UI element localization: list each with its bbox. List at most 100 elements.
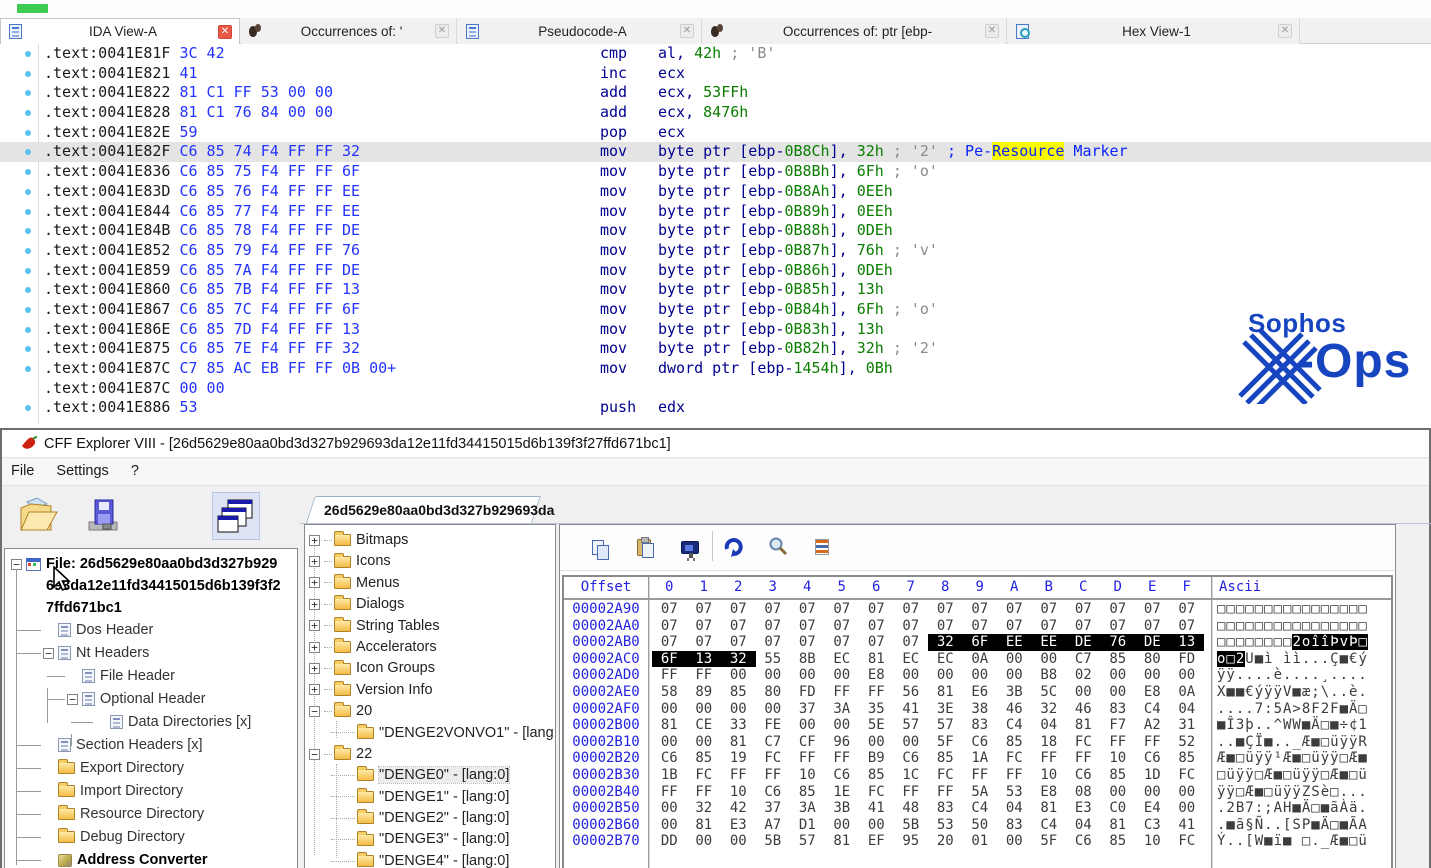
hex-byte[interactable]: 13 bbox=[1170, 634, 1205, 651]
hex-byte[interactable]: 07 bbox=[687, 634, 722, 651]
tree-item-optional-header[interactable]: −Optional Header bbox=[5, 688, 297, 711]
hex-byte[interactable]: 00 bbox=[963, 667, 998, 684]
hex-ascii[interactable]: ■Î3þ..^WW■Ä□■÷¢1 bbox=[1217, 717, 1368, 734]
hex-byte[interactable]: 32 bbox=[721, 651, 756, 668]
hex-byte[interactable]: 00 bbox=[652, 800, 687, 817]
hex-byte[interactable]: 85 bbox=[1101, 767, 1136, 784]
expander-icon[interactable]: − bbox=[309, 706, 320, 717]
asm-line[interactable]: .text:0041E852 C6 85 79 F4 FF FF 76movby… bbox=[0, 241, 1431, 261]
hex-byte[interactable]: FC bbox=[997, 750, 1032, 767]
hex-byte[interactable]: C6 bbox=[894, 750, 929, 767]
hex-ascii[interactable]: .2B7:;AH■Ä□■ãÀä. bbox=[1217, 800, 1368, 817]
refresh-button[interactable] bbox=[720, 533, 748, 561]
hex-byte[interactable]: 07 bbox=[652, 618, 687, 635]
hex-byte[interactable]: 1A bbox=[963, 750, 998, 767]
asm-line[interactable]: .text:0041E87C 00 00 bbox=[0, 379, 1431, 399]
hex-ascii[interactable]: □□□□□□□□2oîîÞvÞ□ bbox=[1217, 634, 1368, 651]
hex-ascii[interactable]: □□□□□□□□□□□□□□□□ bbox=[1217, 601, 1368, 618]
resource-item-accelerators[interactable]: +Accelerators bbox=[305, 637, 555, 658]
hex-byte[interactable]: 76 bbox=[1101, 634, 1136, 651]
hex-byte[interactable]: E4 bbox=[1135, 800, 1170, 817]
report-button[interactable] bbox=[808, 533, 836, 561]
hex-byte[interactable]: 07 bbox=[997, 601, 1032, 618]
breakpoint-dot[interactable] bbox=[25, 130, 31, 136]
hex-byte[interactable]: 53 bbox=[997, 784, 1032, 801]
asm-line[interactable]: .text:0041E875 C6 85 7E F4 FF FF 32movby… bbox=[0, 339, 1431, 359]
hex-byte[interactable]: 07 bbox=[825, 618, 860, 635]
breakpoint-dot[interactable] bbox=[25, 366, 31, 372]
hex-byte[interactable]: 00 bbox=[1066, 684, 1101, 701]
hex-byte[interactable]: C6 bbox=[1066, 833, 1101, 850]
breakpoint-dot[interactable] bbox=[25, 169, 31, 175]
hex-byte[interactable]: DD bbox=[652, 833, 687, 850]
hex-byte[interactable]: FC bbox=[928, 767, 963, 784]
hex-byte[interactable]: 00 bbox=[1101, 667, 1136, 684]
hex-byte[interactable]: 81 bbox=[825, 833, 860, 850]
hex-byte[interactable]: C6 bbox=[825, 767, 860, 784]
hex-byte[interactable]: 6F bbox=[963, 634, 998, 651]
hex-byte[interactable]: 07 bbox=[859, 634, 894, 651]
hex-byte[interactable]: 07 bbox=[1101, 618, 1136, 635]
hex-byte[interactable]: FF bbox=[825, 750, 860, 767]
hex-byte[interactable]: 85 bbox=[1101, 651, 1136, 668]
expander-icon[interactable]: + bbox=[309, 577, 320, 588]
breakpoint-dot[interactable] bbox=[25, 287, 31, 293]
hex-byte[interactable]: 85 bbox=[997, 734, 1032, 751]
hex-ascii[interactable]: .■ã§Ñ..[SP■Ä□■ÃA bbox=[1217, 817, 1368, 834]
hex-byte[interactable]: 85 bbox=[790, 784, 825, 801]
hex-byte[interactable]: 55 bbox=[756, 651, 791, 668]
expander-icon[interactable]: + bbox=[309, 620, 320, 631]
hex-byte[interactable]: 20 bbox=[928, 833, 963, 850]
hex-byte[interactable]: 07 bbox=[997, 618, 1032, 635]
tree-item-section-headers-x[interactable]: Section Headers [x] bbox=[5, 734, 297, 757]
hex-byte[interactable]: FF bbox=[1135, 734, 1170, 751]
tree-item-import-directory[interactable]: Import Directory bbox=[5, 780, 297, 803]
asm-line[interactable]: .text:0041E867 C6 85 7C F4 FF FF 6Fmovby… bbox=[0, 300, 1431, 320]
hex-byte[interactable]: 83 bbox=[928, 800, 963, 817]
hex-byte[interactable]: 85 bbox=[687, 750, 722, 767]
tree-item-export-directory[interactable]: Export Directory bbox=[5, 757, 297, 780]
hex-byte[interactable]: C6 bbox=[1135, 750, 1170, 767]
hex-byte[interactable]: EC bbox=[894, 651, 929, 668]
hex-byte[interactable]: B9 bbox=[859, 750, 894, 767]
hex-byte[interactable]: 00 bbox=[790, 717, 825, 734]
hex-byte[interactable]: 32 bbox=[928, 634, 963, 651]
hex-byte[interactable]: 00 bbox=[721, 667, 756, 684]
hex-byte[interactable]: B8 bbox=[1032, 667, 1067, 684]
hex-byte[interactable]: 56 bbox=[894, 684, 929, 701]
hex-byte[interactable]: FF bbox=[997, 767, 1032, 784]
hex-byte[interactable]: 85 bbox=[859, 767, 894, 784]
hex-ascii[interactable]: □□□□□□□□□□□□□□□□ bbox=[1217, 618, 1368, 635]
hex-byte[interactable]: E8 bbox=[859, 667, 894, 684]
hex-byte[interactable]: 00 bbox=[1170, 784, 1205, 801]
hex-byte[interactable]: FE bbox=[756, 717, 791, 734]
hex-byte[interactable]: 07 bbox=[928, 618, 963, 635]
breakpoint-dot[interactable] bbox=[25, 149, 31, 155]
hex-byte[interactable]: 57 bbox=[790, 833, 825, 850]
hex-byte[interactable]: 07 bbox=[1101, 601, 1136, 618]
hex-byte[interactable]: 07 bbox=[1032, 618, 1067, 635]
hex-byte[interactable]: 07 bbox=[1066, 601, 1101, 618]
expander-icon[interactable]: + bbox=[309, 535, 320, 546]
hex-byte[interactable]: 41 bbox=[859, 800, 894, 817]
hex-byte[interactable]: 10 bbox=[721, 784, 756, 801]
hex-byte[interactable]: 5E bbox=[859, 717, 894, 734]
hex-byte[interactable]: 53 bbox=[928, 817, 963, 834]
hex-byte[interactable]: C6 bbox=[963, 734, 998, 751]
hex-byte[interactable]: 13 bbox=[687, 651, 722, 668]
asm-line[interactable]: .text:0041E860 C6 85 7B F4 FF FF 13movby… bbox=[0, 280, 1431, 300]
hex-byte[interactable]: 0A bbox=[963, 651, 998, 668]
hex-byte[interactable]: 10 bbox=[1032, 767, 1067, 784]
breakpoint-dot[interactable] bbox=[25, 110, 31, 116]
hex-ascii[interactable]: ÿÿ□Æ■□üÿÿZSè□... bbox=[1217, 784, 1368, 801]
hex-byte[interactable]: 0A bbox=[1170, 684, 1205, 701]
tree-item-nt-headers[interactable]: −Nt Headers bbox=[5, 642, 297, 665]
hex-byte[interactable]: 85 bbox=[721, 684, 756, 701]
breakpoint-dot[interactable] bbox=[25, 248, 31, 254]
hex-byte[interactable]: 00 bbox=[859, 734, 894, 751]
hex-byte[interactable]: 3B bbox=[825, 800, 860, 817]
tab-occurrences-of-ptr-ebp[interactable]: Occurrences of: ptr [ebp-✕ bbox=[703, 18, 1007, 44]
tab-occurrences-of[interactable]: Occurrences of: '✕ bbox=[241, 18, 457, 44]
hex-byte[interactable]: FF bbox=[1032, 750, 1067, 767]
hex-byte[interactable]: 46 bbox=[1066, 701, 1101, 718]
